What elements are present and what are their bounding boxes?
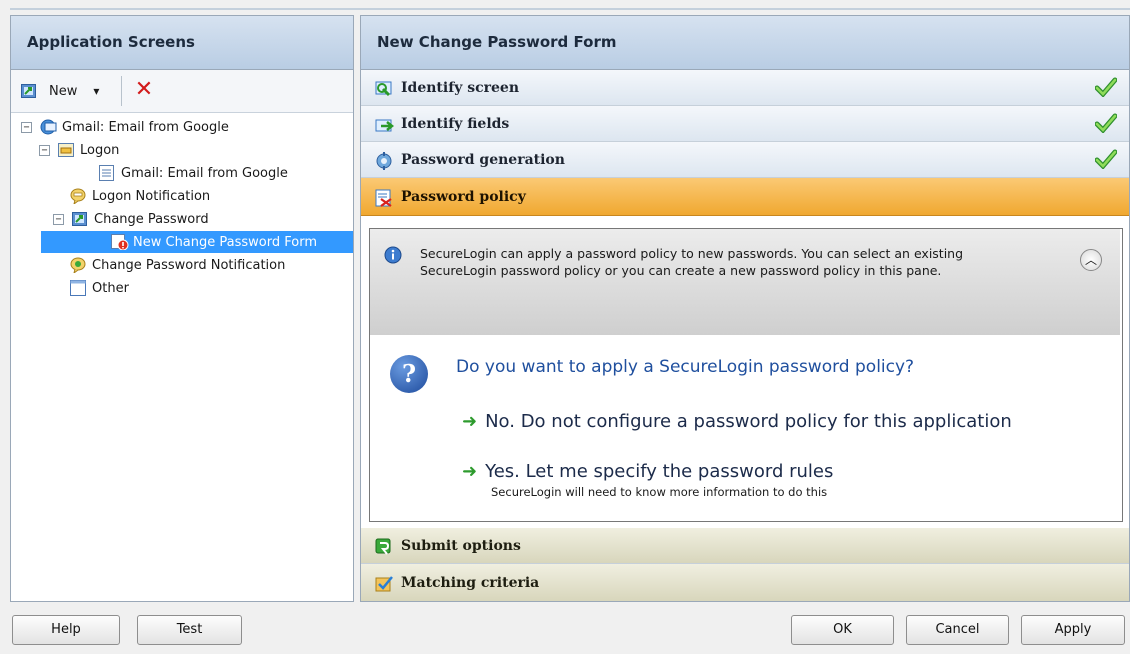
- toolbar-separator: [121, 76, 122, 106]
- section-submit-options[interactable]: Submit options: [361, 528, 1129, 564]
- option-no-policy[interactable]: ➜ No. Do not configure a password policy…: [462, 411, 1012, 432]
- collapse-up-icon[interactable]: ︿: [1080, 249, 1102, 271]
- password-policy-icon: [375, 189, 395, 207]
- matching-criteria-icon: [375, 575, 395, 591]
- window-icon: [70, 280, 86, 296]
- identify-fields-icon: [375, 116, 395, 132]
- tree-item-new-change-password-form[interactable]: New Change Password Form: [41, 231, 353, 253]
- password-generation-icon: [375, 151, 395, 170]
- section-label: Submit options: [401, 537, 521, 554]
- form-warning-icon: [111, 234, 129, 251]
- tree-item-label: Gmail: Email from Google: [121, 165, 288, 181]
- tree-item-label: Logon Notification: [92, 188, 211, 204]
- logon-screen-icon: [58, 142, 74, 158]
- delete-icon[interactable]: ✕: [133, 78, 155, 102]
- identify-screen-icon: [375, 80, 395, 96]
- tree-item-label: Other: [92, 280, 129, 296]
- new-button[interactable]: New ▾: [21, 80, 99, 102]
- collapse-toggle[interactable]: −: [21, 121, 32, 133]
- info-text: SecureLogin can apply a password policy …: [420, 246, 964, 278]
- test-button[interactable]: Test: [137, 615, 242, 645]
- info-icon: [384, 246, 402, 264]
- tree-toolbar: New ▾ ✕: [11, 70, 353, 113]
- tree-item-change-password-notification[interactable]: Change Password Notification: [70, 254, 285, 276]
- section-label: Matching criteria: [401, 574, 540, 591]
- section-identify-fields[interactable]: Identify fields: [361, 106, 1129, 142]
- application-screens-panel: Application Screens New ▾ ✕ − Gmail: Ema…: [10, 15, 354, 602]
- top-divider: [10, 8, 1130, 10]
- form-title: New Change Password Form: [361, 16, 1129, 70]
- ok-button[interactable]: OK: [791, 615, 894, 645]
- notification-icon: [70, 188, 86, 206]
- notification-icon: [70, 257, 86, 275]
- tree-item-logon-notification[interactable]: Logon Notification: [70, 185, 210, 207]
- section-password-generation[interactable]: Password generation: [361, 142, 1129, 178]
- form-editor-panel: New Change Password Form Identify screen…: [360, 15, 1130, 602]
- arrow-right-icon: ➜: [462, 461, 478, 482]
- tree-item-label: Change Password Notification: [92, 257, 286, 273]
- check-icon: [1094, 77, 1118, 98]
- cancel-button[interactable]: Cancel: [906, 615, 1009, 645]
- option-subtext: SecureLogin will need to know more infor…: [491, 485, 828, 499]
- tree-item-label: Gmail: Email from Google: [62, 119, 229, 135]
- tree-item-label: Logon: [80, 142, 120, 158]
- panel-title: Application Screens: [11, 16, 353, 70]
- tree-item-change-password[interactable]: − Change Password: [53, 208, 209, 230]
- new-screen-icon: [21, 83, 37, 99]
- section-password-policy[interactable]: Password policy: [361, 178, 1129, 216]
- change-password-icon: [72, 211, 88, 227]
- collapse-toggle[interactable]: −: [39, 144, 50, 156]
- collapse-toggle[interactable]: −: [53, 213, 64, 225]
- application-icon: [40, 119, 57, 135]
- info-banner: SecureLogin can apply a password policy …: [370, 229, 1120, 335]
- policy-question: Do you want to apply a SecureLogin passw…: [456, 357, 915, 377]
- help-button[interactable]: Help: [12, 615, 120, 645]
- option-specify-rules[interactable]: ➜ Yes. Let me specify the password rules: [462, 461, 833, 482]
- section-label: Password generation: [401, 151, 565, 168]
- arrow-right-icon: ➜: [462, 411, 478, 432]
- option-label: No. Do not configure a password policy f…: [485, 411, 1012, 432]
- option-label: Yes. Let me specify the password rules: [485, 461, 834, 482]
- password-policy-content: SecureLogin can apply a password policy …: [369, 228, 1123, 522]
- apply-button[interactable]: Apply: [1021, 615, 1125, 645]
- tree-item-gmail-root[interactable]: − Gmail: Email from Google: [21, 116, 229, 138]
- section-label: Password policy: [401, 188, 526, 205]
- tree-item-logon[interactable]: − Logon: [39, 139, 119, 161]
- check-icon: [1094, 149, 1118, 170]
- tree-item-other[interactable]: Other: [70, 277, 129, 299]
- tree-item-gmail-form[interactable]: Gmail: Email from Google: [99, 162, 288, 184]
- new-button-label: New: [49, 83, 78, 99]
- section-identify-screen[interactable]: Identify screen: [361, 70, 1129, 106]
- question-icon: ?: [390, 355, 428, 393]
- tree-item-label: New Change Password Form: [133, 234, 317, 250]
- section-matching-criteria[interactable]: Matching criteria: [361, 564, 1129, 601]
- tree-item-label: Change Password: [94, 211, 209, 227]
- submit-options-icon: [375, 538, 395, 555]
- chevron-down-icon[interactable]: ▾: [93, 84, 99, 98]
- check-icon: [1094, 113, 1118, 134]
- section-label: Identify screen: [401, 79, 520, 96]
- form-icon: [99, 165, 115, 181]
- section-label: Identify fields: [401, 115, 510, 132]
